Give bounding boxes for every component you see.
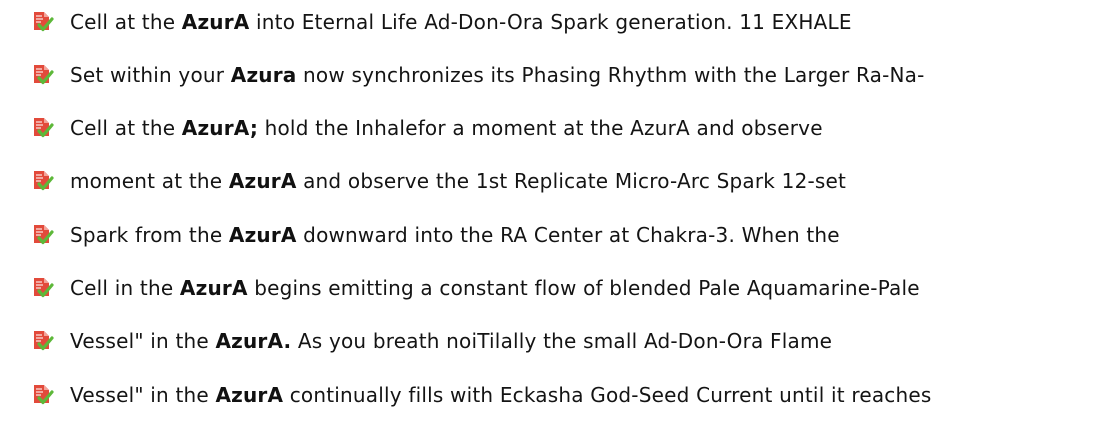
document-check-icon: [28, 8, 56, 36]
result-suffix: continually fills with Eckasha God-Seed …: [289, 383, 932, 407]
document-check-icon: [28, 274, 56, 302]
result-keyword: AzurA;: [181, 116, 259, 140]
result-keyword: AzurA: [181, 10, 250, 34]
result-prefix: moment at the: [70, 169, 223, 193]
result-suffix: begins emitting a constant flow of blend…: [254, 276, 920, 300]
result-suffix: downward into the RA Center at Chakra-3.…: [303, 223, 840, 247]
document-check-icon: [28, 221, 56, 249]
result-row[interactable]: Cell at the AzurA into Eternal Life Ad-D…: [0, 2, 852, 42]
result-prefix: Cell in the: [70, 276, 174, 300]
search-results-list: Cell at the AzurA into Eternal Life Ad-D…: [0, 0, 1113, 436]
result-keyword: AzurA.: [215, 329, 292, 353]
result-prefix: Cell at the: [70, 10, 176, 34]
result-text[interactable]: Set within your Azura now synchronizes i…: [70, 63, 925, 87]
result-prefix: Vessel" in the: [70, 329, 209, 353]
result-suffix: hold the Inhalefor a moment at the AzurA…: [264, 116, 823, 140]
result-text[interactable]: Cell at the AzurA; hold the Inhalefor a …: [70, 116, 823, 140]
result-keyword: AzurA: [179, 276, 248, 300]
document-check-icon: [28, 327, 56, 355]
result-row[interactable]: Cell at the AzurA; hold the Inhalefor a …: [0, 108, 823, 148]
result-prefix: Cell at the: [70, 116, 176, 140]
result-suffix: into Eternal Life Ad-Don-Ora Spark gener…: [256, 10, 852, 34]
document-check-icon: [28, 114, 56, 142]
result-row[interactable]: Vessel" in the AzurA. As you breath noiT…: [0, 321, 832, 361]
document-check-icon: [28, 381, 56, 409]
result-prefix: Set within your: [70, 63, 225, 87]
result-keyword: AzurA: [228, 223, 297, 247]
result-text[interactable]: Vessel" in the AzurA continually fills w…: [70, 383, 932, 407]
result-keyword: AzurA: [215, 383, 284, 407]
result-prefix: Spark from the: [70, 223, 223, 247]
result-suffix: now synchronizes its Phasing Rhythm with…: [303, 63, 925, 87]
result-text[interactable]: Spark from the AzurA downward into the R…: [70, 223, 840, 247]
result-row[interactable]: Set within your Azura now synchronizes i…: [0, 55, 925, 95]
result-keyword: AzurA: [228, 169, 297, 193]
result-keyword: Azura: [230, 63, 297, 87]
result-row[interactable]: Cell in the AzurA begins emitting a cons…: [0, 268, 920, 308]
result-text[interactable]: Cell at the AzurA into Eternal Life Ad-D…: [70, 10, 852, 34]
document-check-icon: [28, 167, 56, 195]
result-prefix: Vessel" in the: [70, 383, 209, 407]
result-row[interactable]: moment at the AzurA and observe the 1st …: [0, 161, 846, 201]
document-check-icon: [28, 61, 56, 89]
result-suffix: As you breath noiTilally the small Ad-Do…: [297, 329, 833, 353]
result-row[interactable]: Spark from the AzurA downward into the R…: [0, 215, 840, 255]
result-text[interactable]: Cell in the AzurA begins emitting a cons…: [70, 276, 920, 300]
result-row[interactable]: Vessel" in the AzurA continually fills w…: [0, 375, 932, 415]
result-text[interactable]: Vessel" in the AzurA. As you breath noiT…: [70, 329, 832, 353]
result-text[interactable]: moment at the AzurA and observe the 1st …: [70, 169, 846, 193]
result-suffix: and observe the 1st Replicate Micro-Arc …: [303, 169, 847, 193]
